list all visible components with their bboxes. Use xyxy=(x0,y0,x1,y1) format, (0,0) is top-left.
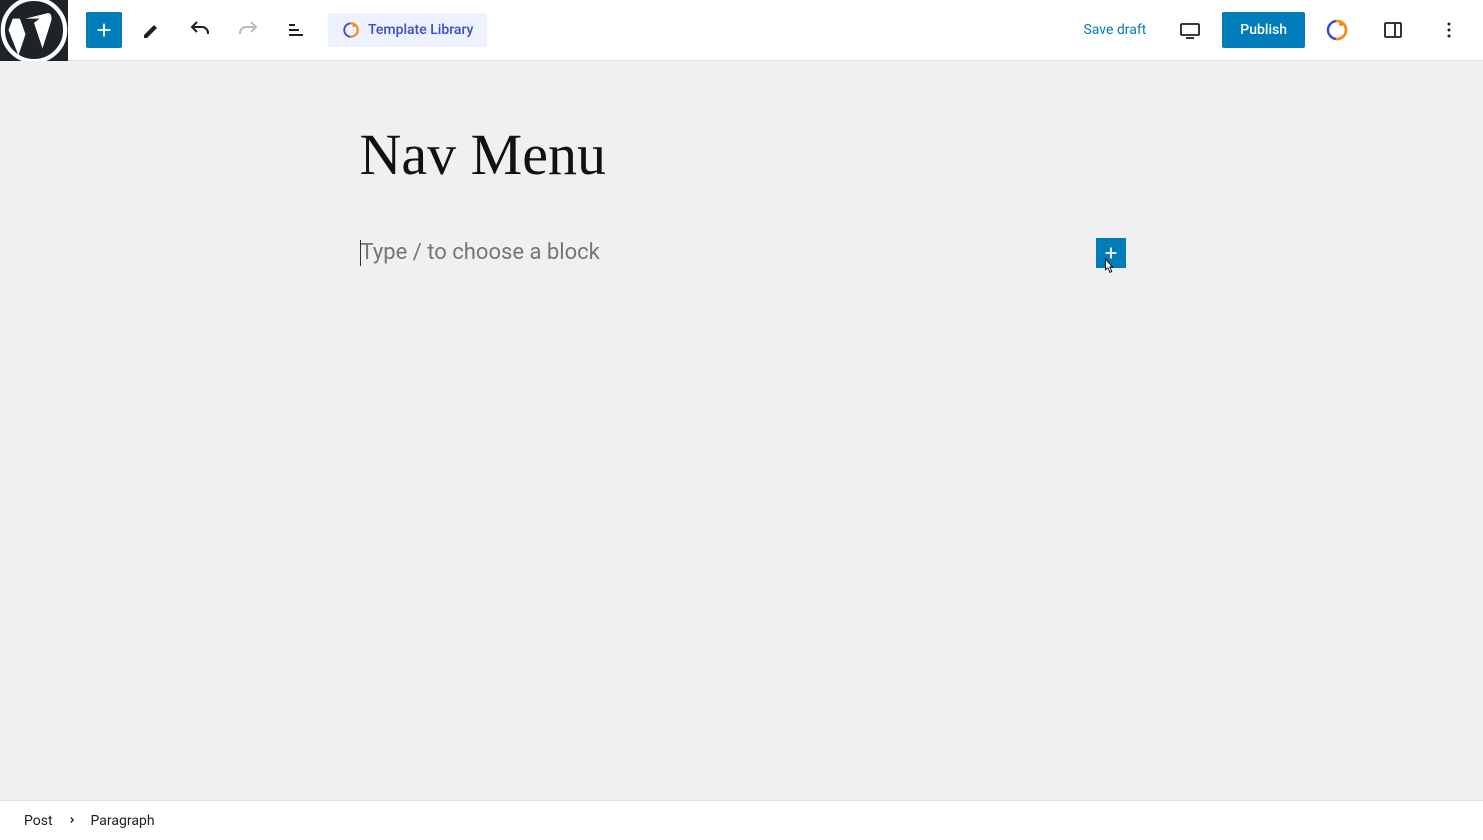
template-library-label: Template Library xyxy=(368,22,473,38)
placeholder-text: Type / to choose a block xyxy=(361,240,600,265)
wordpress-logo[interactable] xyxy=(0,0,68,61)
post-title[interactable]: Nav Menu xyxy=(352,121,1132,188)
pencil-icon xyxy=(140,18,164,42)
list-icon xyxy=(284,18,308,42)
tools-button[interactable] xyxy=(128,6,176,54)
brand-settings-button[interactable] xyxy=(1313,6,1361,54)
content-area: Nav Menu Type / to choose a block xyxy=(352,61,1132,268)
document-overview-button[interactable] xyxy=(272,6,320,54)
chevron-right-icon xyxy=(67,813,77,829)
template-library-button[interactable]: Template Library xyxy=(328,13,487,47)
paragraph-block[interactable]: Type / to choose a block xyxy=(352,238,1132,268)
redo-icon xyxy=(236,18,260,42)
more-vertical-icon xyxy=(1437,18,1461,42)
editor-canvas[interactable]: Nav Menu Type / to choose a block xyxy=(0,61,1483,800)
block-placeholder[interactable]: Type / to choose a block xyxy=(352,240,1096,266)
brand-logo-icon xyxy=(342,21,360,39)
wordpress-icon xyxy=(0,0,68,64)
options-button[interactable] xyxy=(1425,6,1473,54)
save-draft-button[interactable]: Save draft xyxy=(1071,22,1158,38)
editor-toolbar: Template Library Save draft Publish xyxy=(0,0,1483,61)
inline-add-block-button[interactable] xyxy=(1096,238,1126,268)
undo-button[interactable] xyxy=(176,6,224,54)
breadcrumb-root[interactable]: Post xyxy=(24,813,53,829)
breadcrumb-current[interactable]: Paragraph xyxy=(91,813,155,829)
toolbar-right: Save draft Publish xyxy=(1071,6,1483,54)
publish-button[interactable]: Publish xyxy=(1222,12,1305,48)
brand-logo-icon xyxy=(1325,18,1349,42)
block-breadcrumb: Post Paragraph xyxy=(0,800,1483,840)
settings-sidebar-button[interactable] xyxy=(1369,6,1417,54)
block-inserter-button[interactable] xyxy=(86,12,122,48)
desktop-icon xyxy=(1178,18,1202,42)
view-button[interactable] xyxy=(1166,6,1214,54)
sidebar-icon xyxy=(1381,18,1405,42)
plus-icon xyxy=(1100,242,1122,264)
redo-button[interactable] xyxy=(224,6,272,54)
undo-icon xyxy=(188,18,212,42)
plus-icon xyxy=(93,19,115,41)
toolbar-left: Template Library xyxy=(68,6,487,54)
